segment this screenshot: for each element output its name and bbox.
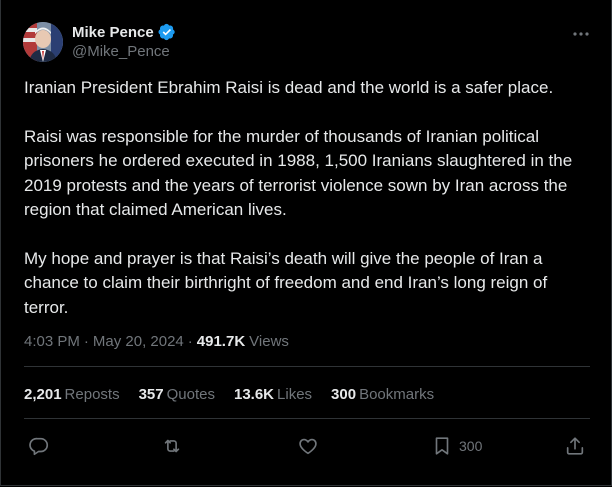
avatar[interactable]: [23, 22, 63, 62]
author-handle[interactable]: @Mike_Pence: [72, 43, 170, 60]
reply-button[interactable]: [28, 434, 50, 458]
tweet-header: Mike Pence @Mike_Pence: [23, 20, 593, 64]
meta-separator: ·: [187, 333, 193, 350]
tweet-card: Mike Pence @Mike_Pence Iranian President…: [0, 0, 612, 486]
views-label: Views: [249, 333, 289, 350]
likes-label: Likes: [277, 386, 313, 403]
like-button[interactable]: [297, 434, 319, 458]
tweet-date[interactable]: May 20, 2024: [93, 333, 184, 350]
likes-count: 13.6K: [233, 386, 275, 403]
reposts-label: Reposts: [64, 386, 120, 403]
share-icon: [566, 437, 584, 455]
tweet-paragraph: My hope and prayer is that Raisi’s death…: [24, 248, 548, 317]
bookmarks-label: Bookmarks: [359, 386, 435, 403]
likes-stat[interactable]: 13.6K Likes: [234, 386, 312, 403]
divider: [24, 418, 590, 419]
tweet-paragraph: Raisi was responsible for the murder of …: [24, 126, 573, 220]
views-count: 491.7K: [196, 333, 246, 350]
meta-separator: ·: [83, 333, 89, 350]
repost-icon: [164, 439, 180, 453]
bookmark-button[interactable]: 300: [431, 434, 482, 458]
tweet-stats: 2,201 Reposts 357 Quotes 13.6K Likes 300 Boo…: [24, 386, 434, 403]
quotes-label: Quotes: [166, 386, 215, 403]
bookmark-icon: [435, 437, 449, 455]
quotes-stat[interactable]: 357 Quotes: [139, 386, 215, 403]
repost-button[interactable]: [161, 434, 183, 458]
heart-icon: [299, 438, 317, 455]
divider: [24, 366, 590, 367]
bookmarks-count: 300: [331, 386, 357, 403]
bookmarks-stat[interactable]: 300 Bookmarks: [331, 386, 434, 403]
verified-badge-icon: [158, 23, 176, 41]
reposts-count: 2,201: [24, 386, 62, 403]
more-icon[interactable]: [571, 24, 591, 44]
reply-icon: [29, 437, 49, 456]
bookmark-count: 300: [459, 438, 483, 454]
reposts-stat[interactable]: 2,201 Reposts: [24, 386, 120, 403]
quotes-count: 357: [138, 386, 164, 403]
tweet-paragraph: Iranian President Ebrahim Raisi is dead …: [24, 78, 554, 97]
author-name-row[interactable]: Mike Pence: [72, 23, 176, 41]
author-name[interactable]: Mike Pence: [72, 24, 154, 41]
tweet-meta: 4:03 PM · May 20, 2024 · 491.7K Views: [24, 333, 289, 350]
tweet-actions: 300: [1, 430, 612, 462]
tweet-time[interactable]: 4:03 PM: [24, 333, 80, 350]
tweet-text: Iranian President Ebrahim Raisi is dead …: [24, 76, 594, 344]
avatar-image: [23, 22, 63, 62]
share-button[interactable]: [564, 434, 586, 458]
